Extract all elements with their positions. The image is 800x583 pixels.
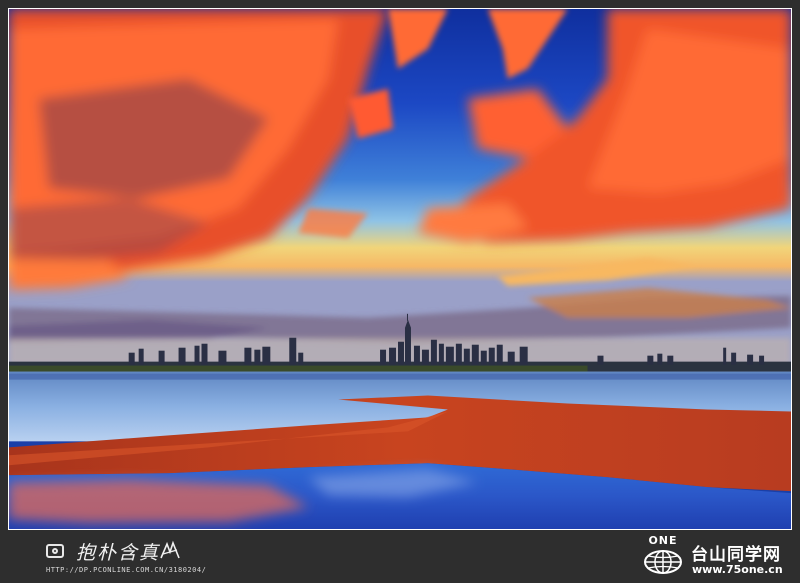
site-watermark: ONE 台山同学网 www.75one.cn	[638, 534, 798, 580]
logo-text: ONE	[648, 534, 678, 547]
shoreline-trees	[9, 365, 588, 372]
site-name: 台山同学网	[691, 545, 781, 565]
site-logo: ONE	[638, 534, 688, 578]
photo	[8, 8, 792, 530]
landscape-photo	[9, 9, 791, 529]
watermark-footer: 抱朴含真 HTTP://DP.PCONLINE.COM.CN/3180204/ …	[0, 532, 800, 583]
signature-flourish-icon	[160, 540, 180, 559]
photographer-url: HTTP://DP.PCONLINE.COM.CN/3180204/	[46, 566, 207, 574]
camera-icon	[46, 544, 64, 558]
globe-icon	[644, 550, 682, 574]
site-url: www.75one.cn	[692, 563, 783, 576]
photographer-signature: 抱朴含真	[76, 542, 161, 564]
photographer-watermark: 抱朴含真 HTTP://DP.PCONLINE.COM.CN/3180204/	[46, 538, 246, 578]
